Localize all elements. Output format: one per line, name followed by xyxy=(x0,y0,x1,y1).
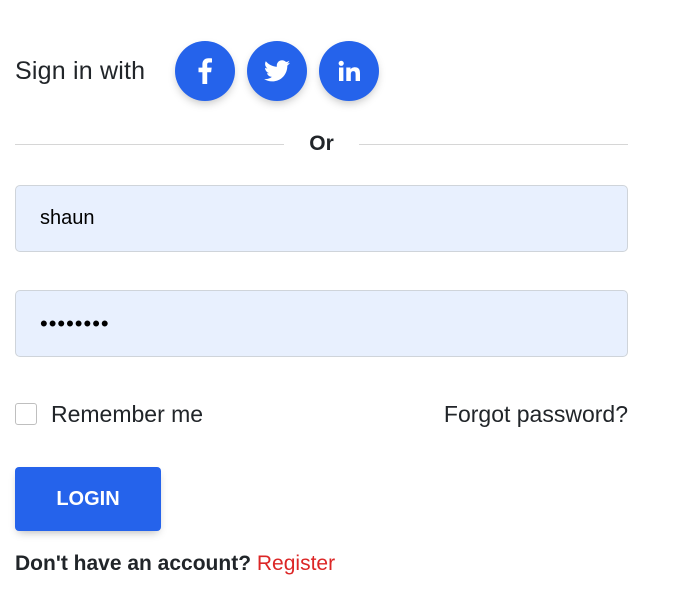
social-signin-row: Sign in with xyxy=(15,41,391,101)
facebook-icon xyxy=(198,58,213,84)
password-input[interactable] xyxy=(16,291,627,356)
form-options-row: Remember me Forgot password? xyxy=(15,398,628,430)
divider-line-left xyxy=(15,143,285,145)
username-field[interactable] xyxy=(15,185,628,252)
forgot-password-link[interactable]: Forgot password? xyxy=(444,401,628,428)
signin-label: Sign in with xyxy=(15,56,146,85)
divider-text: Or xyxy=(309,132,334,155)
linkedin-button[interactable] xyxy=(319,41,380,101)
twitter-button[interactable] xyxy=(247,41,308,101)
register-prompt: Don't have an account? Register xyxy=(15,552,335,576)
facebook-button[interactable] xyxy=(175,41,236,101)
or-divider: Or xyxy=(15,131,629,157)
password-field[interactable] xyxy=(15,290,628,357)
remember-me-checkbox[interactable] xyxy=(15,403,37,425)
register-link[interactable]: Register xyxy=(257,552,335,575)
register-prompt-text: Don't have an account? xyxy=(15,552,252,575)
twitter-icon xyxy=(264,60,291,82)
divider-line-right xyxy=(358,143,629,145)
username-input[interactable] xyxy=(16,186,627,251)
remember-me[interactable]: Remember me xyxy=(15,401,203,428)
remember-me-label: Remember me xyxy=(51,400,204,427)
linkedin-icon xyxy=(338,60,361,82)
login-button[interactable]: LOGIN xyxy=(15,467,161,531)
